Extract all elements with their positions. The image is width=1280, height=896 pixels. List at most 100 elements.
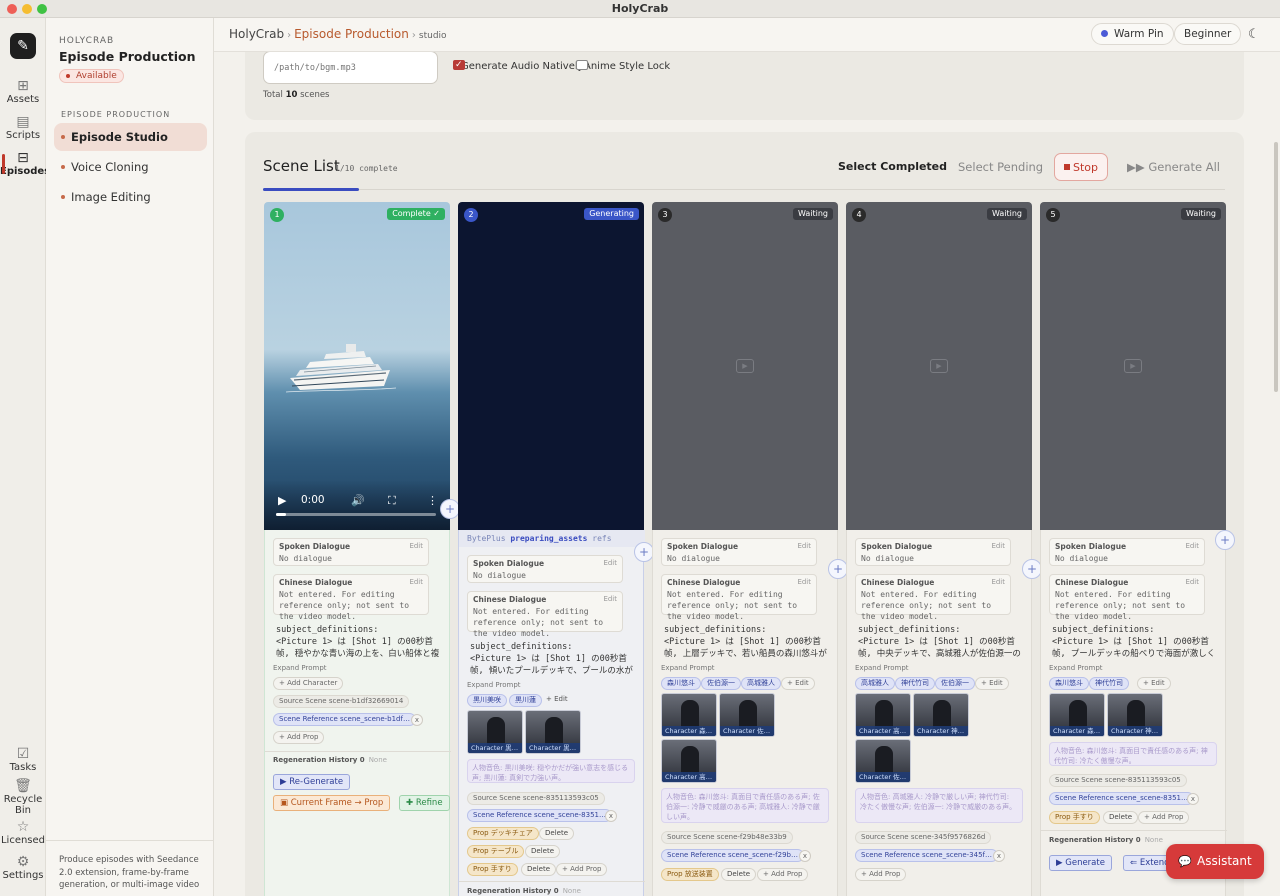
insert-scene-button[interactable]: +	[828, 559, 848, 579]
scene-video-1[interactable]: 1 Complete ✓ ▶ 0:00 🔊 ⛶ ⋮	[264, 202, 450, 530]
expand-prompt-button[interactable]: Expand Prompt	[467, 681, 521, 689]
fullscreen-icon[interactable]: ⛶	[388, 494, 396, 508]
character-chip[interactable]: 黒川美咲	[467, 694, 507, 707]
more-options-icon[interactable]: ⋮	[427, 494, 438, 507]
rail-item-recycle-bin[interactable]: 🗑 Recycle Bin	[0, 778, 46, 816]
beginner-mode-button[interactable]: Beginner	[1174, 23, 1242, 45]
scene-reference-chip[interactable]: Scene Reference scene_scene-f29b…	[661, 849, 804, 862]
insert-scene-button[interactable]: +	[1215, 530, 1235, 550]
scene-reference-chip[interactable]: Scene Reference scene_scene-b1df…	[273, 713, 416, 726]
generate-audio-checkbox[interactable]: Generate Audio Natively	[445, 59, 584, 73]
edit-chinese-dialogue-button[interactable]: Edit	[797, 578, 811, 586]
remove-scene-reference-button[interactable]: x	[799, 850, 811, 862]
expand-prompt-button[interactable]: Expand Prompt	[661, 664, 715, 672]
prop-chip[interactable]: Prop デッキチェア	[467, 827, 539, 840]
edit-chinese-dialogue-button[interactable]: Edit	[991, 578, 1005, 586]
rail-item-scripts[interactable]: ▤ Scripts	[0, 114, 46, 141]
current-frame-to-prop-button[interactable]: ▣ Current Frame → Prop	[273, 795, 391, 811]
add-character-button[interactable]: + Add Character	[273, 677, 344, 690]
expand-prompt-button[interactable]: Expand Prompt	[855, 664, 909, 672]
prop-chip[interactable]: Prop 手すり	[467, 863, 518, 876]
character-chip[interactable]: 黒川蓮	[509, 694, 542, 707]
delete-prop-button[interactable]: Delete	[539, 827, 574, 840]
delete-prop-button[interactable]: Delete	[1103, 811, 1138, 824]
regenerate-button[interactable]: ▶ Re-Generate	[273, 774, 351, 790]
edit-spoken-dialogue-button[interactable]: Edit	[1185, 542, 1199, 550]
character-chip[interactable]: 佐伯源一	[935, 677, 975, 690]
rail-item-licensed[interactable]: ☆ Licensed	[0, 819, 46, 846]
edit-characters-button[interactable]: + Edit	[541, 694, 573, 707]
scene-video-3[interactable]: 3 Waiting ▶	[652, 202, 838, 530]
add-prop-button[interactable]: + Add Prop	[1138, 811, 1190, 824]
add-prop-button[interactable]: + Add Prop	[757, 868, 809, 881]
edit-chinese-dialogue-button[interactable]: Edit	[1185, 578, 1199, 586]
delete-prop-button[interactable]: Delete	[525, 845, 560, 858]
stop-button[interactable]: Stop	[1054, 153, 1109, 181]
character-chip[interactable]: 森川悠斗	[661, 677, 701, 690]
insert-scene-button[interactable]: +	[1022, 559, 1042, 579]
rail-item-settings[interactable]: ⚙ Settings	[0, 854, 46, 881]
moon-theme-icon[interactable]: ☾	[1248, 27, 1260, 42]
select-completed-button[interactable]: Select Completed	[838, 153, 947, 181]
character-thumbnail[interactable]: Character 黒…	[467, 710, 523, 754]
sidebar-item-voice-cloning[interactable]: Voice Cloning	[54, 153, 207, 181]
scene-reference-chip[interactable]: Scene Reference scene_scene-8351…	[1049, 792, 1194, 805]
expand-prompt-button[interactable]: Expand Prompt	[273, 664, 327, 672]
generate-button[interactable]: ▶ Generate	[1049, 855, 1112, 871]
remove-scene-reference-button[interactable]: x	[605, 810, 617, 822]
breadcrumb-home[interactable]: HolyCrab	[229, 27, 284, 41]
rail-item-episodes[interactable]: ⊟ Episodes	[0, 150, 50, 177]
regeneration-history[interactable]: Regeneration History 0 None	[467, 887, 581, 895]
expand-prompt-button[interactable]: Expand Prompt	[1049, 664, 1103, 672]
zoom-window-button[interactable]	[37, 4, 47, 14]
scene-video-4[interactable]: 4 Waiting ▶	[846, 202, 1032, 530]
refine-button[interactable]: ✚ Refine	[399, 795, 450, 811]
minimize-window-button[interactable]	[22, 4, 32, 14]
edit-spoken-dialogue-button[interactable]: Edit	[991, 542, 1005, 550]
close-window-button[interactable]	[7, 4, 17, 14]
app-logo-icon[interactable]: ✎	[10, 33, 36, 59]
volume-icon[interactable]: 🔊	[351, 494, 365, 507]
sidebar-item-image-editing[interactable]: Image Editing	[54, 183, 207, 211]
scene-reference-chip[interactable]: Scene Reference scene_scene-345f…	[855, 849, 998, 862]
prop-chip[interactable]: Prop 放送装置	[661, 868, 719, 881]
breadcrumb-episode-production[interactable]: Episode Production	[294, 27, 409, 41]
scene-video-2[interactable]: 2 Generating	[458, 202, 644, 530]
character-thumbnail[interactable]: Character 神…	[1107, 693, 1163, 737]
character-thumbnail[interactable]: Character 佐…	[719, 693, 775, 737]
main-scrollbar[interactable]	[1274, 142, 1278, 392]
delete-prop-button[interactable]: Delete	[521, 863, 556, 876]
edit-characters-button[interactable]: + Edit	[975, 677, 1009, 690]
edit-characters-button[interactable]: + Edit	[781, 677, 815, 690]
character-thumbnail[interactable]: Character 黒…	[525, 710, 581, 754]
remove-scene-reference-button[interactable]: x	[411, 714, 423, 726]
insert-scene-button[interactable]: +	[634, 542, 654, 562]
character-chip[interactable]: 高城雅人	[741, 677, 781, 690]
character-thumbnail[interactable]: Character 高…	[661, 739, 717, 783]
sidebar-item-episode-studio[interactable]: Episode Studio	[54, 123, 207, 151]
character-chip[interactable]: 神代竹司	[1089, 677, 1129, 690]
edit-spoken-dialogue-button[interactable]: Edit	[797, 542, 811, 550]
regeneration-history[interactable]: Regeneration History 0 None	[1049, 836, 1163, 844]
scene-reference-chip[interactable]: Scene Reference scene_scene-8351…	[467, 809, 612, 822]
edit-chinese-dialogue-button[interactable]: Edit	[603, 595, 617, 603]
rail-item-tasks[interactable]: ☑ Tasks	[0, 746, 46, 773]
character-thumbnail[interactable]: Character 神…	[913, 693, 969, 737]
character-thumbnail[interactable]: Character 森…	[1049, 693, 1105, 737]
add-prop-button[interactable]: + Add Prop	[855, 868, 907, 881]
character-chip[interactable]: 神代竹司	[895, 677, 935, 690]
bgm-path-input[interactable]	[263, 52, 438, 84]
remove-scene-reference-button[interactable]: x	[1187, 793, 1199, 805]
character-chip[interactable]: 森川悠斗	[1049, 677, 1089, 690]
insert-scene-button[interactable]: +	[440, 499, 460, 519]
prop-chip[interactable]: Prop 手すり	[1049, 811, 1100, 824]
character-thumbnail[interactable]: Character 高…	[855, 693, 911, 737]
remove-scene-reference-button[interactable]: x	[993, 850, 1005, 862]
character-chip[interactable]: 高城雅人	[855, 677, 895, 690]
video-progress-bar[interactable]	[276, 513, 436, 516]
rail-item-assets[interactable]: ⊞ Assets	[0, 78, 46, 105]
edit-spoken-dialogue-button[interactable]: Edit	[603, 559, 617, 567]
add-prop-button[interactable]: + Add Prop	[556, 863, 608, 876]
anime-style-lock-checkbox[interactable]: Anime Style Lock	[568, 60, 670, 73]
select-pending-button[interactable]: Select Pending	[958, 153, 1043, 181]
